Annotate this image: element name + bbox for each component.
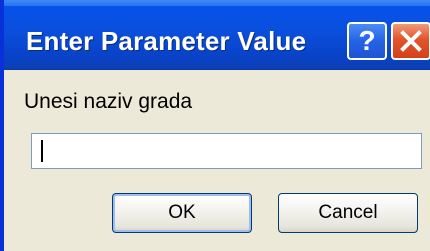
ok-button[interactable]: OK [112,193,252,233]
cancel-button[interactable]: Cancel [278,193,418,233]
parameter-dialog: Enter Parameter Value ? Unesi naziv grad… [0,0,430,251]
text-caret [41,140,43,162]
help-button[interactable]: ? [347,22,387,60]
close-icon [400,30,422,52]
parameter-input[interactable] [31,133,422,169]
dialog-title: Enter Parameter Value [26,26,307,56]
title-bar[interactable]: Enter Parameter Value ? [4,0,430,70]
close-button[interactable] [391,22,430,60]
help-icon: ? [358,25,376,56]
prompt-label: Unesi naziv grada [24,90,193,113]
